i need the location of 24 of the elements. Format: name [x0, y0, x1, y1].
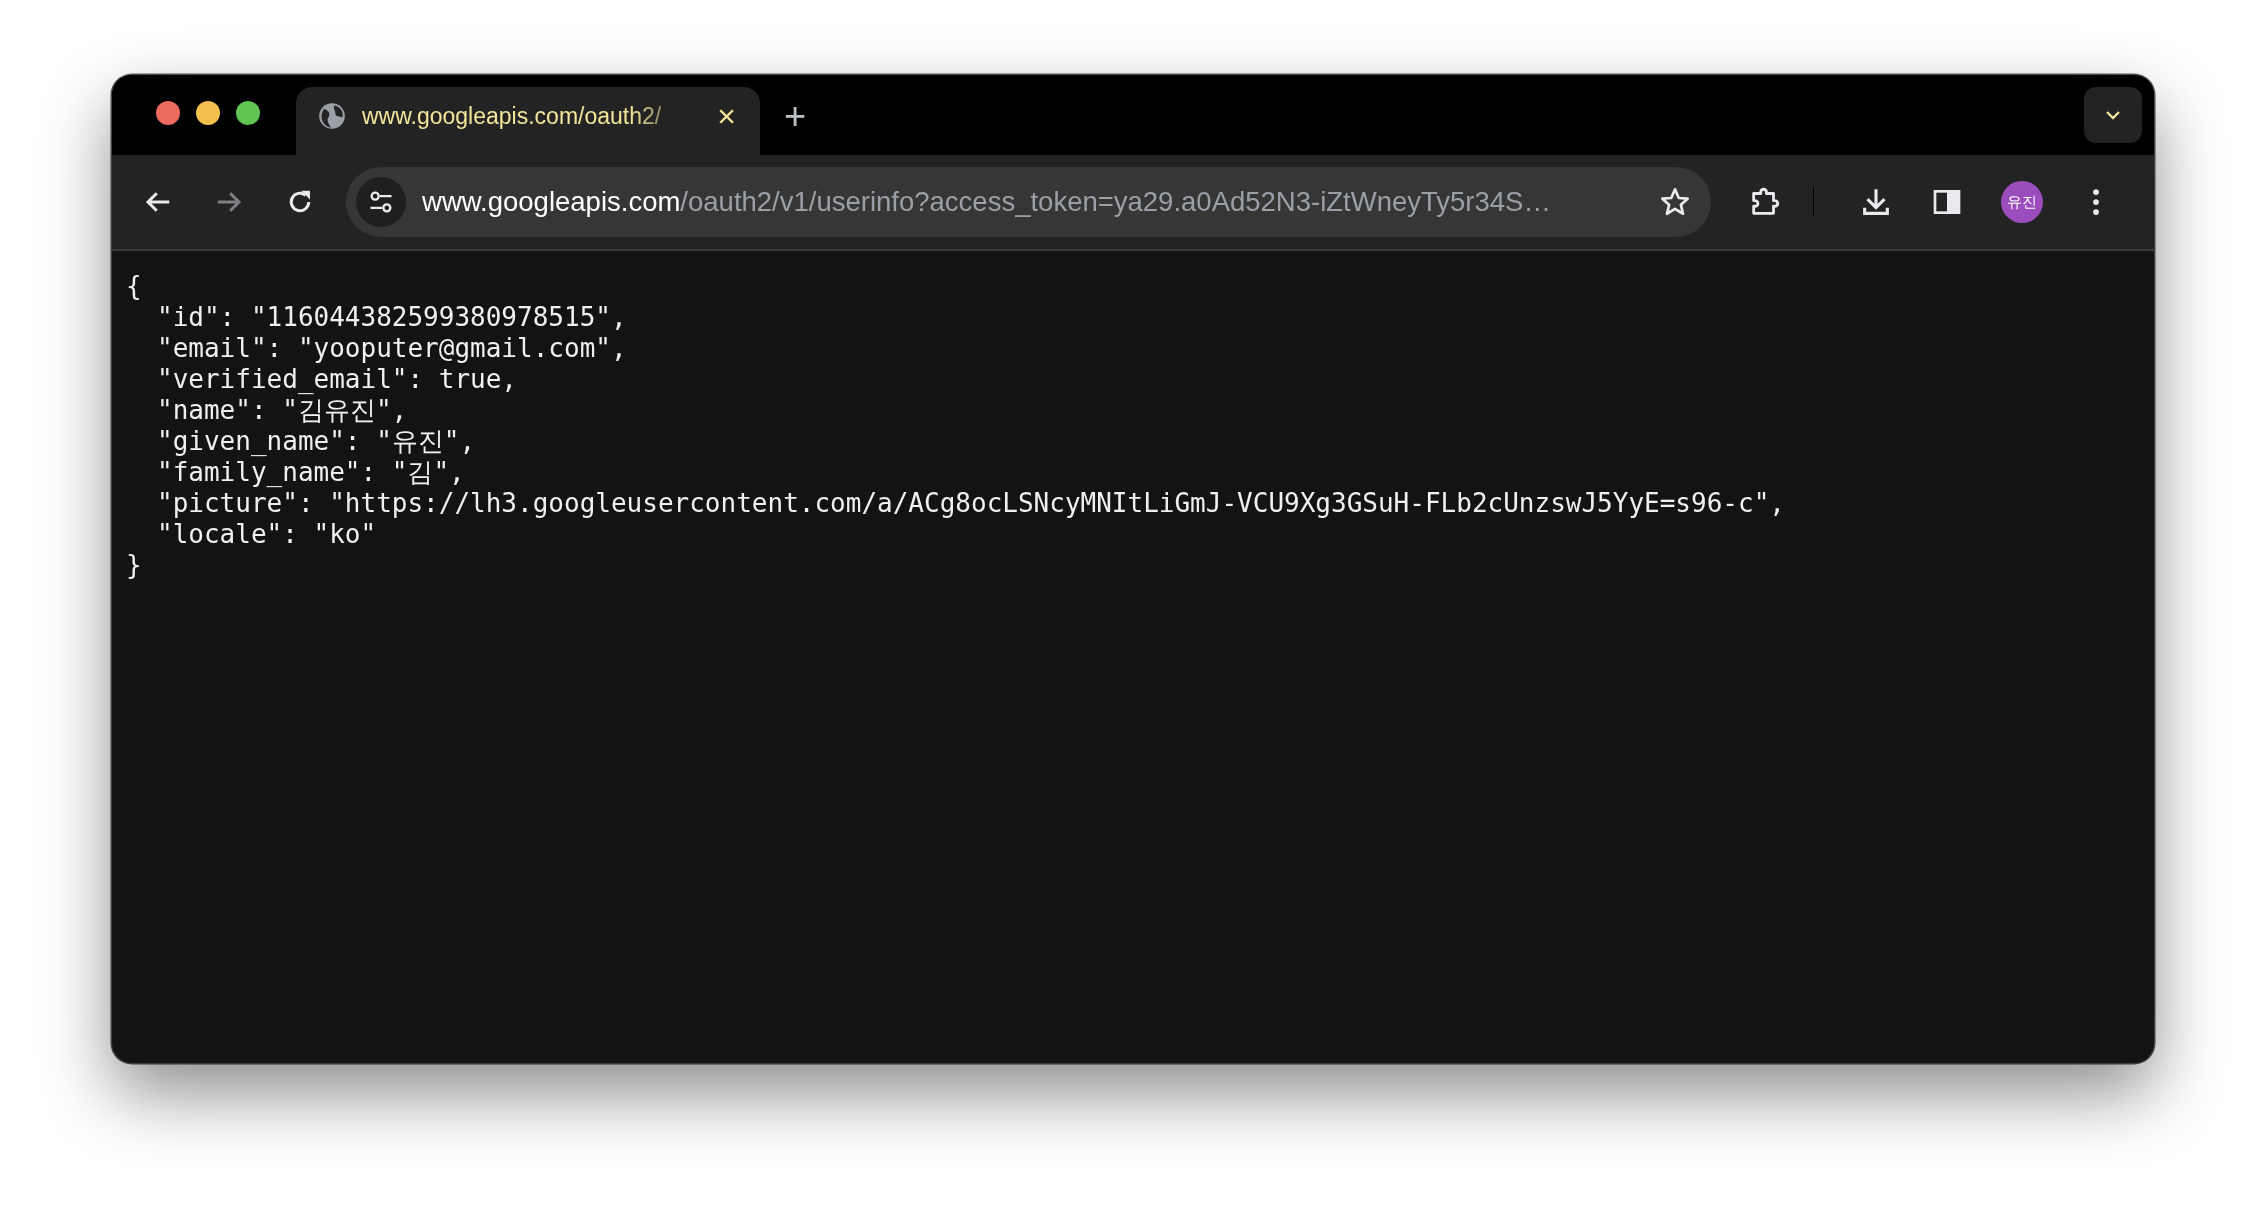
- globe-icon: [318, 102, 346, 130]
- kebab-menu-icon: [2091, 187, 2102, 217]
- browser-tab[interactable]: www.googleapis.com/oauth2/ ×: [296, 87, 760, 155]
- json-line: "name": "김유진",: [156, 395, 408, 426]
- json-line: "email": "yooputer@gmail.com",: [156, 333, 627, 364]
- json-brace: {: [126, 271, 142, 302]
- profile-avatar[interactable]: 유진: [2001, 181, 2043, 223]
- json-line: "verified_email": true,: [156, 364, 518, 395]
- address-bar[interactable]: www.googleapis.com/oauth2/v1/userinfo?access_token=ya29.a0Ad52N3-iZtWneyTy5r34S…: [346, 167, 1712, 237]
- star-icon[interactable]: [1659, 186, 1692, 218]
- tab-title: www.googleapis.com/oauth2/: [362, 102, 663, 130]
- new-tab-button[interactable]: +: [784, 97, 807, 135]
- site-settings-button[interactable]: [356, 177, 407, 227]
- json-line: "given_name": "유진",: [156, 426, 476, 457]
- close-window-button[interactable]: [156, 101, 180, 125]
- url-text: www.googleapis.com/oauth2/v1/userinfo?access_token=ya29.a0Ad52N3-iZtWneyTy5r34S…: [422, 186, 1551, 218]
- json-line: "locale": "ko": [156, 519, 377, 550]
- json-line: "picture": "https://lh3.googleusercontent.com/a/ACg8ocLSNcyMNItLiGmJ-VCU9Xg3GSuH-FLb2cUnzswJ5YyE=s96-c",: [156, 488, 1785, 519]
- json-line: "id": "116044382599380978515",: [156, 302, 627, 333]
- json-line: "family_name": "김",: [156, 457, 465, 488]
- zoom-window-button[interactable]: [236, 101, 260, 125]
- minimize-window-button[interactable]: [196, 101, 220, 125]
- close-tab-button[interactable]: ×: [713, 100, 740, 132]
- json-brace: }: [126, 550, 142, 581]
